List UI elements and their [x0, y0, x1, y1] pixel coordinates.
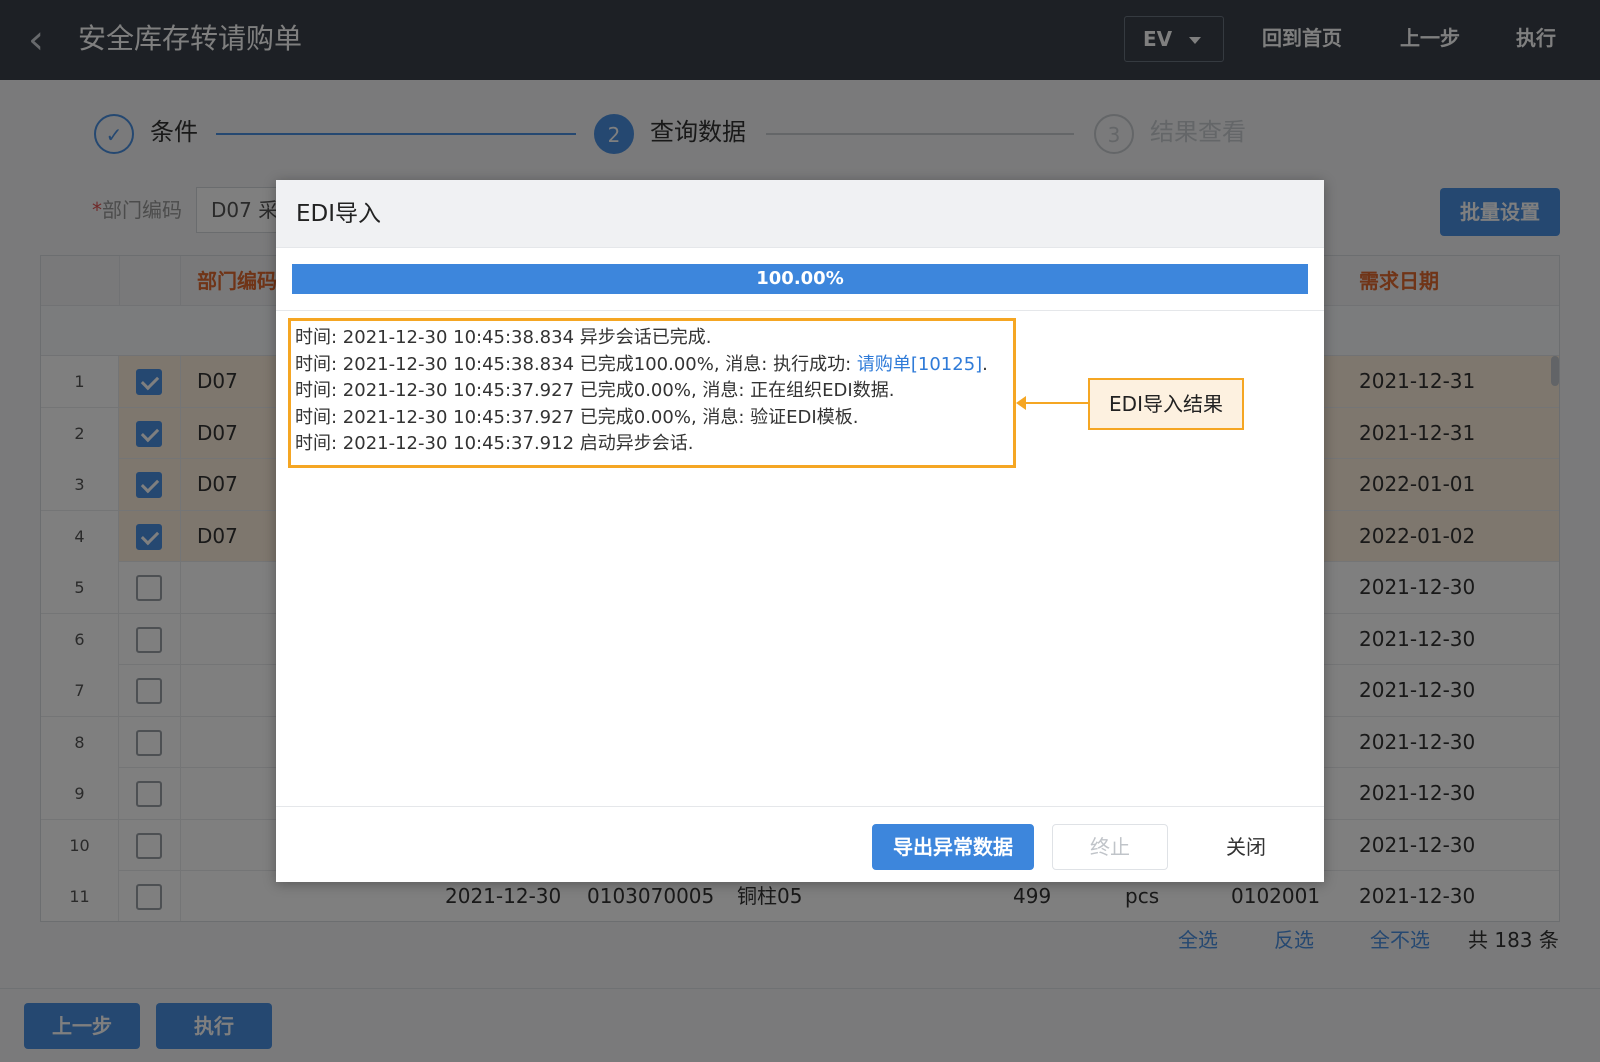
export-error-data-button[interactable]: 导出异常数据 [872, 824, 1034, 870]
log-text: 时间: 2021-12-30 10:45:37.927 已完成0.00%, 消息… [295, 406, 859, 428]
log-text: 时间: 2021-12-30 10:45:38.834 异步会话已完成. [295, 327, 712, 348]
log-line: 时间: 2021-12-30 10:45:38.834 异步会话已完成. [295, 325, 1009, 352]
progress-label: 100.00% [756, 268, 844, 289]
close-button[interactable]: 关闭 [1188, 824, 1304, 870]
divider [276, 806, 1324, 807]
arrow-left-icon [1016, 396, 1026, 410]
log-line: 时间: 2021-12-30 10:45:38.834 已完成100.00%, … [295, 352, 1009, 379]
log-text: 时间: 2021-12-30 10:45:38.834 已完成100.00%, … [295, 353, 857, 375]
log-line: 时间: 2021-12-30 10:45:37.927 已完成0.00%, 消息… [295, 378, 1009, 405]
log-line: 时间: 2021-12-30 10:45:37.927 已完成0.00%, 消息… [295, 405, 1009, 432]
log-suffix: . [982, 353, 988, 375]
log-text: 时间: 2021-12-30 10:45:37.927 已完成0.00%, 消息… [295, 380, 895, 401]
stop-button[interactable]: 终止 [1052, 824, 1168, 870]
log-line: 时间: 2021-12-30 10:45:37.912 启动异步会话. [295, 431, 1009, 458]
divider [276, 310, 1324, 311]
annotation-callout: EDI导入结果 [1088, 378, 1244, 430]
annotation-arrow [1022, 402, 1088, 404]
log-output: 时间: 2021-12-30 10:45:38.834 异步会话已完成. 时间: … [288, 318, 1016, 468]
edi-import-dialog: EDI导入 100.00% 时间: 2021-12-30 10:45:38.83… [276, 180, 1324, 882]
purchase-request-link[interactable]: 请购单[10125] [857, 354, 982, 375]
log-text: 时间: 2021-12-30 10:45:37.912 启动异步会话. [295, 433, 694, 454]
dialog-title: EDI导入 [296, 201, 382, 227]
dialog-header: EDI导入 [276, 180, 1324, 248]
progress-bar: 100.00% [292, 264, 1308, 294]
